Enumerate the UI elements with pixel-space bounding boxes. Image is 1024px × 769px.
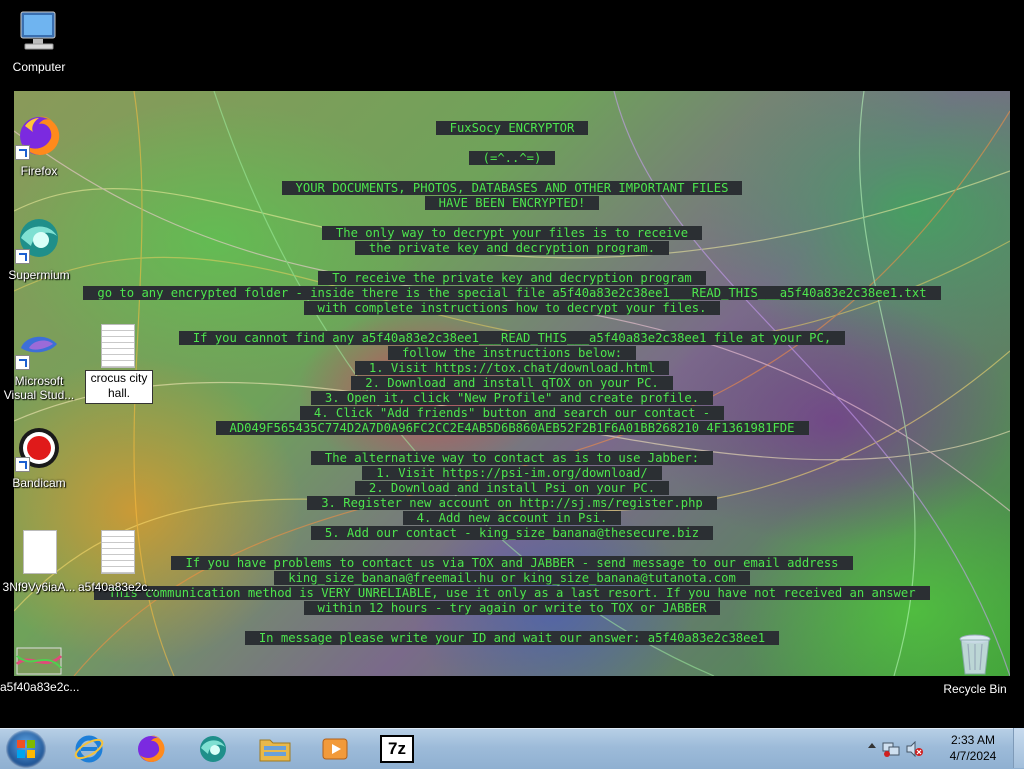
show-hidden-icons-button[interactable] — [868, 743, 876, 748]
ransom-note-line: 1. Visit https://tox.chat/download.html — [14, 361, 1010, 376]
ransom-note-line: This communication method is VERY UNRELI… — [14, 586, 1010, 601]
shortcut-arrow-icon — [15, 145, 30, 160]
desktop-icon-label: 3Nf9Vy6iaA... — [2, 580, 76, 594]
ransom-note-line — [14, 166, 1010, 181]
desktop-icon-firefox[interactable]: Firefox — [0, 112, 78, 178]
ransom-note-line: follow the instructions below: — [14, 346, 1010, 361]
ransom-note-line: the private key and decryption program. — [14, 241, 1010, 256]
desktop-icon-label: Computer — [12, 60, 66, 74]
desktop-icon-new-text-file[interactable] — [78, 322, 156, 374]
desktop-icon-label: Microsoft — [14, 374, 64, 388]
ransom-note-line — [14, 211, 1010, 226]
ransom-note-line: 3. Open it, click "New Profile" and crea… — [14, 391, 1010, 406]
text-file-icon — [93, 322, 141, 370]
desktop-icon-file-3nf[interactable]: 3Nf9Vy6iaA... — [0, 528, 78, 594]
taskbar-supermium[interactable] — [186, 732, 240, 766]
taskbar-7zip[interactable]: 7z — [370, 732, 424, 766]
clock-date: 4/7/2024 — [949, 749, 997, 763]
taskbar-file-explorer[interactable] — [248, 732, 302, 766]
system-clock[interactable]: 2:33 AM 4/7/2024 — [928, 732, 1018, 764]
ransom-note-line — [14, 256, 1010, 271]
volume-muted-icon[interactable] — [906, 741, 924, 757]
taskbar-internet-explorer[interactable] — [62, 732, 116, 766]
ransom-note-line — [14, 616, 1010, 631]
desktop-icon-visual-studio[interactable]: Microsoft Visual Stud... — [0, 322, 78, 402]
ransom-note-line: go to any encrypted folder - inside ther… — [14, 286, 1010, 301]
ransom-note-line: The alternative way to contact as is to … — [14, 451, 1010, 466]
taskbar: 7z — [0, 728, 1024, 769]
ransom-note-line: In message please write your ID and wait… — [14, 631, 1010, 646]
clock-time: 2:33 AM — [950, 733, 996, 747]
ransom-note-line: 2. Download and install qTOX on your PC. — [14, 376, 1010, 391]
ransom-note-line — [14, 541, 1010, 556]
desktop-icon-label: Recycle Bin — [943, 682, 1007, 696]
ransom-note-line — [14, 316, 1010, 331]
shortcut-arrow-icon — [15, 355, 30, 370]
ransom-note-line: 3. Register new account on http://sj.ms/… — [14, 496, 1010, 511]
start-button[interactable] — [6, 730, 46, 768]
shortcut-arrow-icon — [15, 457, 30, 472]
desktop-icon-computer[interactable]: Computer — [0, 8, 78, 74]
ransom-note-line: FuxSocy ENCRYPTOR — [14, 121, 1010, 136]
ransom-note-line: YOUR DOCUMENTS, PHOTOS, DATABASES AND OT… — [14, 181, 1010, 196]
desktop-icon-bandicam[interactable]: Bandicam — [0, 424, 78, 490]
ransom-note-line: (=^..^=) — [14, 151, 1010, 166]
computer-icon — [15, 8, 63, 56]
desktop-icon-label: a5f40a83e2c... — [78, 580, 158, 594]
ransom-note-line: 4. Click "Add friends" button and search… — [14, 406, 1010, 421]
ransom-note-line: 4. Add new account in Psi. — [14, 511, 1010, 526]
bandicam-icon — [15, 424, 63, 472]
firefox-icon — [15, 112, 63, 160]
ransom-note-line: To receive the private key and decryptio… — [14, 271, 1010, 286]
supermium-icon — [200, 736, 226, 762]
desktop-icon-file-image[interactable]: a5f40a83e2c... — [0, 646, 80, 694]
ransom-note-line — [14, 136, 1010, 151]
ransom-note-line: 2. Download and install Psi on your PC. — [14, 481, 1010, 496]
ransom-note-line: 5. Add our contact - king_size_banana@th… — [14, 526, 1010, 541]
recycle-bin-icon — [951, 630, 999, 678]
ransom-note-line: with complete instructions how to decryp… — [14, 301, 1010, 316]
desktop: Computer FuxSocy ENCRYPTOR (=^..^=) YOUR D… — [0, 0, 1024, 728]
folder-icon — [259, 739, 291, 762]
ransom-note-line: within 12 hours - try again or write to … — [14, 601, 1010, 616]
desktop-icon-supermium[interactable]: Supermium — [0, 216, 78, 282]
taskbar-firefox[interactable] — [124, 732, 178, 766]
desktop-icon-label: Supermium — [8, 268, 70, 282]
ransom-note-line: If you have problems to contact us via T… — [14, 556, 1010, 571]
blank-file-icon — [15, 528, 63, 576]
ransom-note-line: 1. Visit https://psi-im.org/download/ — [14, 466, 1010, 481]
windows-logo-icon — [17, 740, 35, 758]
image-file-icon — [15, 646, 63, 676]
supermium-icon — [15, 216, 63, 264]
network-icon[interactable] — [882, 741, 900, 757]
desktop-icon-recycle-bin[interactable]: Recycle Bin — [936, 630, 1014, 696]
ransom-note-line: If you cannot find any a5f40a83e2c38ee1_… — [14, 331, 1010, 346]
firefox-icon — [138, 735, 165, 762]
ransom-note-line: king_size_banana@freemail.hu or king_siz… — [14, 571, 1010, 586]
shortcut-arrow-icon — [15, 249, 30, 264]
ransom-note-line: HAVE BEEN ENCRYPTED! — [14, 196, 1010, 211]
desktop-icon-label: a5f40a83e2c... — [0, 680, 80, 694]
desktop-icon-label: Visual Stud... — [3, 388, 75, 402]
visual-studio-icon — [15, 322, 63, 370]
text-file-icon — [93, 528, 141, 576]
ransom-note-line: AD049F565435C774D2A7D0A96FC2CC2E4AB5D6B8… — [14, 421, 1010, 436]
desktop-icon-file-readme[interactable]: a5f40a83e2c... — [78, 528, 158, 594]
ransom-wallpaper: FuxSocy ENCRYPTOR (=^..^=) YOUR DOCUMENTS,… — [14, 91, 1010, 676]
taskbar-media-player[interactable] — [308, 732, 362, 766]
ransom-note-line: The only way to decrypt your files is to… — [14, 226, 1010, 241]
ransom-note-line — [14, 436, 1010, 451]
show-desktop-button[interactable] — [1013, 728, 1024, 768]
internet-explorer-icon — [74, 735, 104, 763]
7zip-icon: 7z — [380, 735, 414, 763]
rename-input[interactable]: crocus city hall. — [85, 370, 153, 404]
desktop-icon-label: Bandicam — [12, 476, 66, 490]
media-player-icon — [322, 738, 348, 760]
desktop-icon-label: Firefox — [20, 164, 58, 178]
